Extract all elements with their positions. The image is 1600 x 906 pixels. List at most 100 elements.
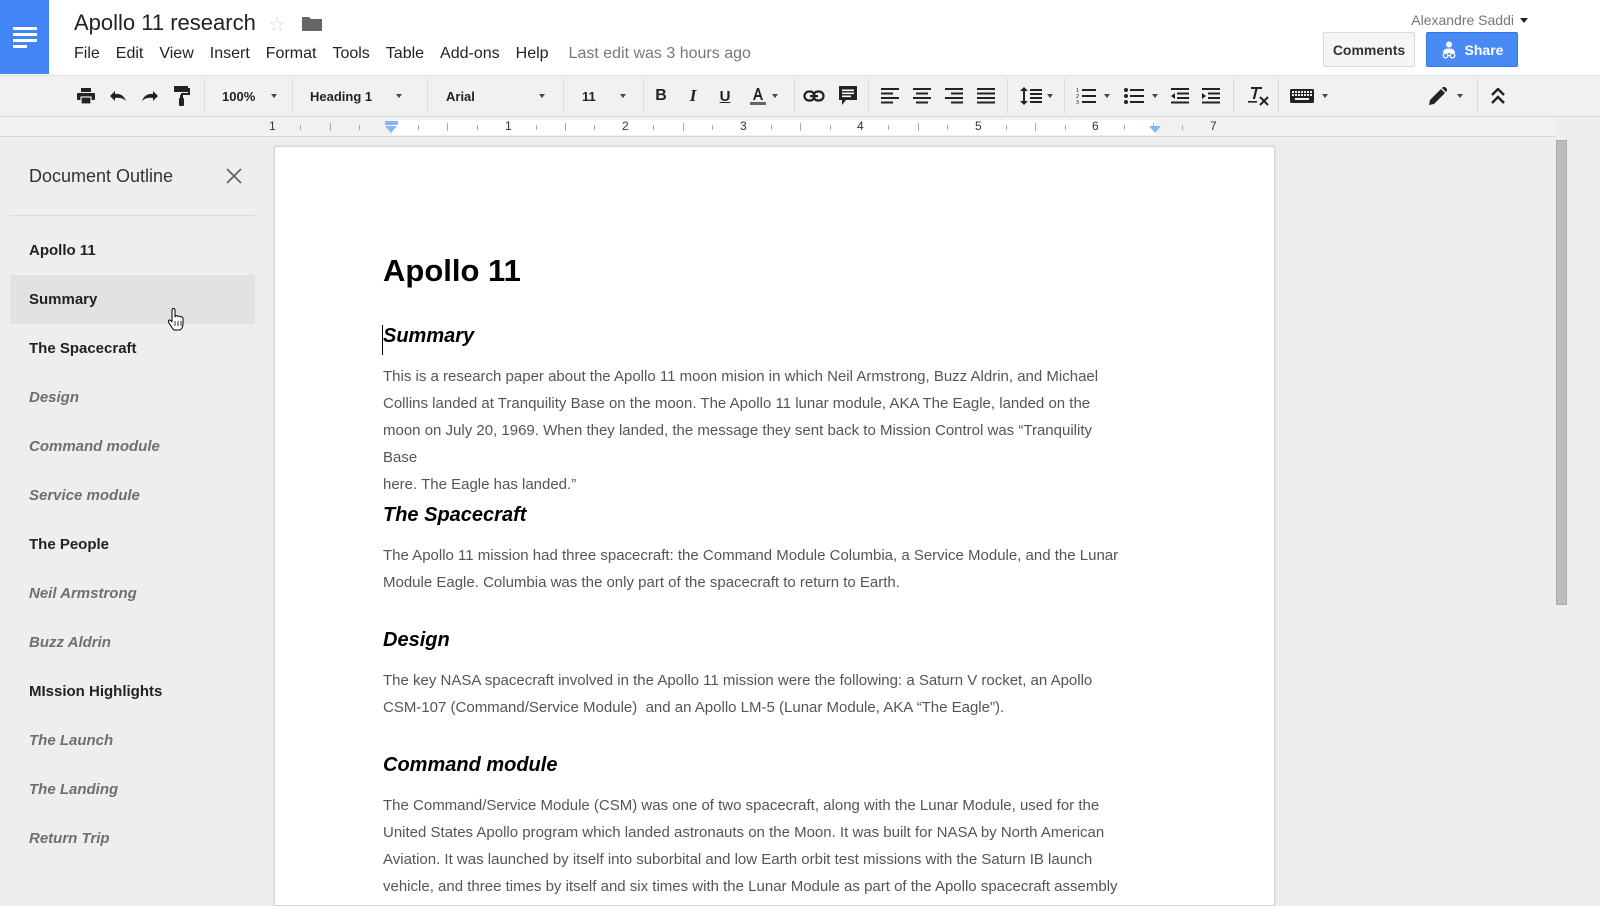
folder-icon[interactable] bbox=[302, 16, 322, 31]
insert-comment-button[interactable] bbox=[836, 76, 860, 116]
outline-item[interactable]: Command module bbox=[10, 422, 255, 471]
first-line-indent-marker[interactable] bbox=[385, 121, 398, 125]
caret-down-icon bbox=[1457, 94, 1463, 98]
ruler-tick bbox=[1065, 125, 1066, 130]
undo-button[interactable] bbox=[106, 76, 130, 116]
paint-format-button[interactable] bbox=[170, 76, 194, 116]
style-select[interactable]: Heading 1 bbox=[310, 76, 410, 116]
bulleted-list-button[interactable] bbox=[1120, 76, 1162, 116]
menu-edit[interactable]: Edit bbox=[108, 45, 152, 63]
text-line: The key NASA spacecraft involved in the … bbox=[383, 672, 1093, 689]
outline-item[interactable]: The People bbox=[10, 520, 255, 569]
ruler-label: 1 bbox=[269, 119, 276, 133]
increase-indent-button[interactable] bbox=[1199, 76, 1223, 116]
outline-item[interactable]: Summary bbox=[10, 275, 255, 324]
docs-home-button[interactable] bbox=[0, 0, 49, 74]
ruler-label: 3 bbox=[740, 119, 747, 133]
justify-button[interactable] bbox=[974, 76, 998, 116]
header: Apollo 11 research ☆ File Edit View Inse… bbox=[0, 0, 1600, 75]
italic-button[interactable]: I bbox=[682, 76, 704, 116]
menu-view[interactable]: View bbox=[151, 45, 201, 63]
document-page[interactable]: Apollo 11 Summary This is a research pap… bbox=[274, 146, 1275, 906]
ruler-tick bbox=[712, 125, 713, 130]
outline-item[interactable]: Design bbox=[10, 373, 255, 422]
line-spacing-button[interactable] bbox=[1016, 76, 1056, 116]
account-menu[interactable]: Alexandre Saddi bbox=[1411, 12, 1528, 28]
outline-item[interactable]: Apollo 11 bbox=[10, 226, 255, 275]
redo-button[interactable] bbox=[138, 76, 162, 116]
ruler[interactable]: 1 1 2 3 4 5 6 7 bbox=[0, 117, 1556, 137]
caret-down-icon bbox=[271, 94, 278, 98]
print-button[interactable] bbox=[74, 76, 98, 116]
decrease-indent-button[interactable] bbox=[1168, 76, 1192, 116]
style-value: Heading 1 bbox=[310, 88, 373, 104]
document-title[interactable]: Apollo 11 research bbox=[74, 10, 256, 36]
outline-item[interactable]: Service module bbox=[10, 471, 255, 520]
comments-button[interactable]: Comments bbox=[1323, 32, 1415, 67]
text-line: moon on July 20, 1969. When they landed,… bbox=[383, 422, 1092, 466]
star-outline-icon[interactable]: ☆ bbox=[268, 12, 286, 37]
increase-indent-icon bbox=[1202, 88, 1220, 104]
outline-item[interactable]: The Spacecraft bbox=[10, 324, 255, 373]
caret-down-icon bbox=[619, 94, 626, 98]
menu-help[interactable]: Help bbox=[508, 45, 557, 63]
editing-mode-button[interactable] bbox=[1424, 76, 1468, 116]
ruler-tick bbox=[418, 125, 419, 130]
outline-item[interactable]: Neil Armstrong bbox=[10, 569, 255, 618]
menu-tools[interactable]: Tools bbox=[324, 45, 377, 63]
underline-button[interactable]: U bbox=[714, 76, 736, 116]
ruler-tick bbox=[330, 123, 331, 131]
collapse-menus-button[interactable] bbox=[1486, 76, 1510, 116]
align-right-button[interactable] bbox=[942, 76, 966, 116]
text-line: The Apollo 11 mission had three spacecra… bbox=[383, 547, 1119, 564]
right-indent-marker[interactable] bbox=[1149, 126, 1161, 133]
outline-item[interactable]: The Landing bbox=[10, 765, 255, 814]
ruler-tick bbox=[1124, 125, 1125, 130]
text-color-button[interactable] bbox=[746, 76, 782, 116]
numbered-list-button[interactable]: 123 bbox=[1072, 76, 1114, 116]
align-right-icon bbox=[945, 88, 963, 104]
caret-down-icon bbox=[1046, 94, 1053, 98]
doc-heading-design: Design bbox=[383, 629, 450, 651]
editing-mode-icon bbox=[1429, 87, 1447, 105]
scrollbar-thumb[interactable] bbox=[1556, 140, 1567, 605]
undo-icon bbox=[110, 91, 126, 101]
outline-item[interactable]: Return Trip bbox=[10, 814, 255, 863]
toolbar-divider bbox=[292, 78, 293, 114]
bold-button[interactable]: B bbox=[650, 76, 672, 116]
caret-down-icon bbox=[772, 94, 778, 98]
outline-item[interactable]: The Launch bbox=[10, 716, 255, 765]
text-line: Aviation. It was launched by itself into… bbox=[383, 851, 1093, 868]
share-label: Share bbox=[1464, 41, 1504, 58]
left-indent-marker[interactable] bbox=[385, 126, 397, 133]
insert-link-button[interactable] bbox=[802, 76, 826, 116]
ruler-tick bbox=[653, 125, 654, 130]
doc-paragraph-design: The key NASA spacecraft involved in the … bbox=[383, 667, 1123, 721]
menu-add-ons[interactable]: Add-ons bbox=[432, 45, 508, 63]
ruler-label: 2 bbox=[622, 119, 629, 133]
close-icon[interactable] bbox=[224, 166, 244, 186]
menu-format[interactable]: Format bbox=[258, 45, 325, 63]
align-left-button[interactable] bbox=[878, 76, 902, 116]
menu-insert[interactable]: Insert bbox=[202, 45, 258, 63]
zoom-select[interactable]: 100% bbox=[222, 76, 282, 116]
font-select[interactable]: Arial bbox=[446, 76, 546, 116]
toolbar-divider bbox=[643, 78, 644, 114]
last-edit-status[interactable]: Last edit was 3 hours ago bbox=[569, 45, 751, 63]
outline-divider bbox=[10, 215, 255, 216]
font-size-select[interactable]: 11 bbox=[582, 76, 630, 116]
share-button[interactable]: Share bbox=[1426, 32, 1518, 67]
ruler-tick bbox=[477, 125, 478, 130]
clear-formatting-button[interactable] bbox=[1245, 76, 1271, 116]
align-center-button[interactable] bbox=[910, 76, 934, 116]
text-color-icon bbox=[750, 88, 766, 105]
ruler-tick bbox=[594, 125, 595, 130]
caret-down-icon bbox=[1104, 94, 1110, 98]
input-tools-button[interactable] bbox=[1287, 76, 1331, 116]
menu-file[interactable]: File bbox=[66, 45, 108, 63]
outline-item[interactable]: Buzz Aldrin bbox=[10, 618, 255, 667]
collapse-menus-icon bbox=[1491, 88, 1505, 104]
toolbar-divider bbox=[563, 78, 564, 114]
outline-item[interactable]: MIssion Highlights bbox=[10, 667, 255, 716]
menu-table[interactable]: Table bbox=[378, 45, 432, 63]
